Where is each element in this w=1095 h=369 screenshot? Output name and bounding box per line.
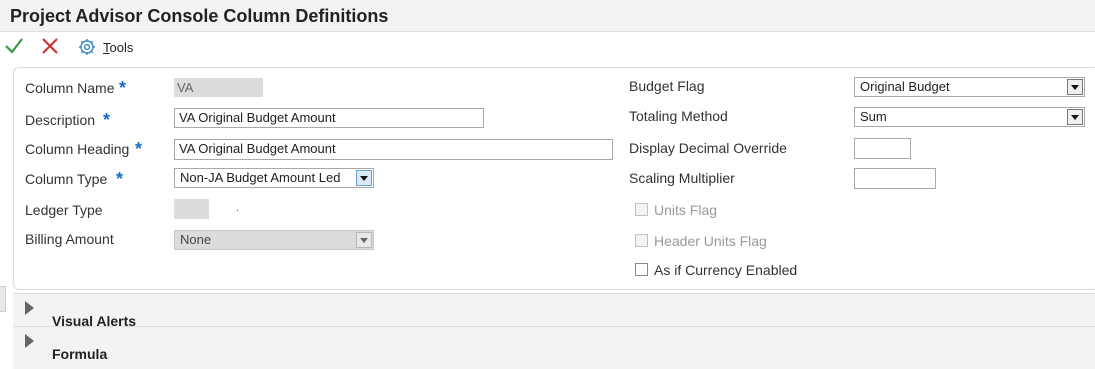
totaling-method-value: Sum [860,109,887,124]
display-decimal-override-label: Display Decimal Override [629,140,787,156]
units-flag-label: Units Flag [654,202,718,218]
checkmark-icon[interactable] [4,36,24,59]
chevron-down-icon [356,232,372,248]
display-decimal-override-field[interactable] [854,138,911,159]
chevron-down-icon[interactable] [356,170,372,186]
required-indicator: * [135,139,143,159]
page-title: Project Advisor Console Column Definitio… [10,6,389,26]
as-if-currency-enabled-checkbox[interactable] [635,263,648,276]
section-formula[interactable]: Formula [13,326,1095,369]
expand-triangle-icon[interactable] [25,301,34,315]
required-indicator: * [119,78,127,98]
totaling-method-label: Totaling Method [629,108,728,124]
budget-flag-value: Original Budget [860,79,950,94]
ledger-type-field [174,199,209,219]
column-type-select[interactable]: Non-JA Budget Amount Led [174,168,374,188]
billing-amount-label: Billing Amount [25,231,114,247]
column-name-label: Column Name [25,80,115,96]
title-bar: Project Advisor Console Column Definitio… [0,0,1095,32]
expand-triangle-icon[interactable] [25,334,34,348]
billing-amount-select: None [174,230,374,250]
header-units-flag-checkbox [635,234,648,247]
side-panel-handle[interactable] [0,286,6,312]
tools-label-rest: ools [109,40,134,55]
column-type-value: Non-JA Budget Amount Led [180,170,341,185]
column-name-field: VA [174,78,263,97]
required-indicator: * [103,110,111,130]
tools-menu-button[interactable]: Tools [103,40,133,55]
scaling-multiplier-label: Scaling Multiplier [629,170,735,186]
toolbar: Tools [0,32,1095,62]
ledger-type-label: Ledger Type [25,202,103,218]
chevron-down-icon[interactable] [1067,109,1083,125]
header-units-flag-label: Header Units Flag [654,233,767,249]
column-heading-field[interactable]: VA Original Budget Amount [174,139,613,160]
budget-flag-label: Budget Flag [629,78,705,94]
units-flag-checkbox [635,203,648,216]
as-if-currency-enabled-label: As if Currency Enabled [654,262,798,278]
column-heading-label: Column Heading [25,141,130,157]
gear-icon[interactable] [78,38,96,59]
billing-amount-value: None [180,232,212,247]
totaling-method-select[interactable]: Sum [854,107,1085,127]
column-type-label: Column Type [25,171,108,187]
section-title: Formula [52,346,108,362]
description-field[interactable]: VA Original Budget Amount [174,108,484,128]
ledger-type-description: . [236,202,240,214]
chevron-down-icon[interactable] [1067,79,1083,95]
required-indicator: * [116,169,124,189]
budget-flag-select[interactable]: Original Budget [854,77,1085,97]
close-icon[interactable] [40,36,60,59]
section-visual-alerts[interactable]: Visual Alerts [13,293,1095,329]
description-label: Description [25,112,96,128]
scaling-multiplier-field[interactable] [854,168,936,189]
